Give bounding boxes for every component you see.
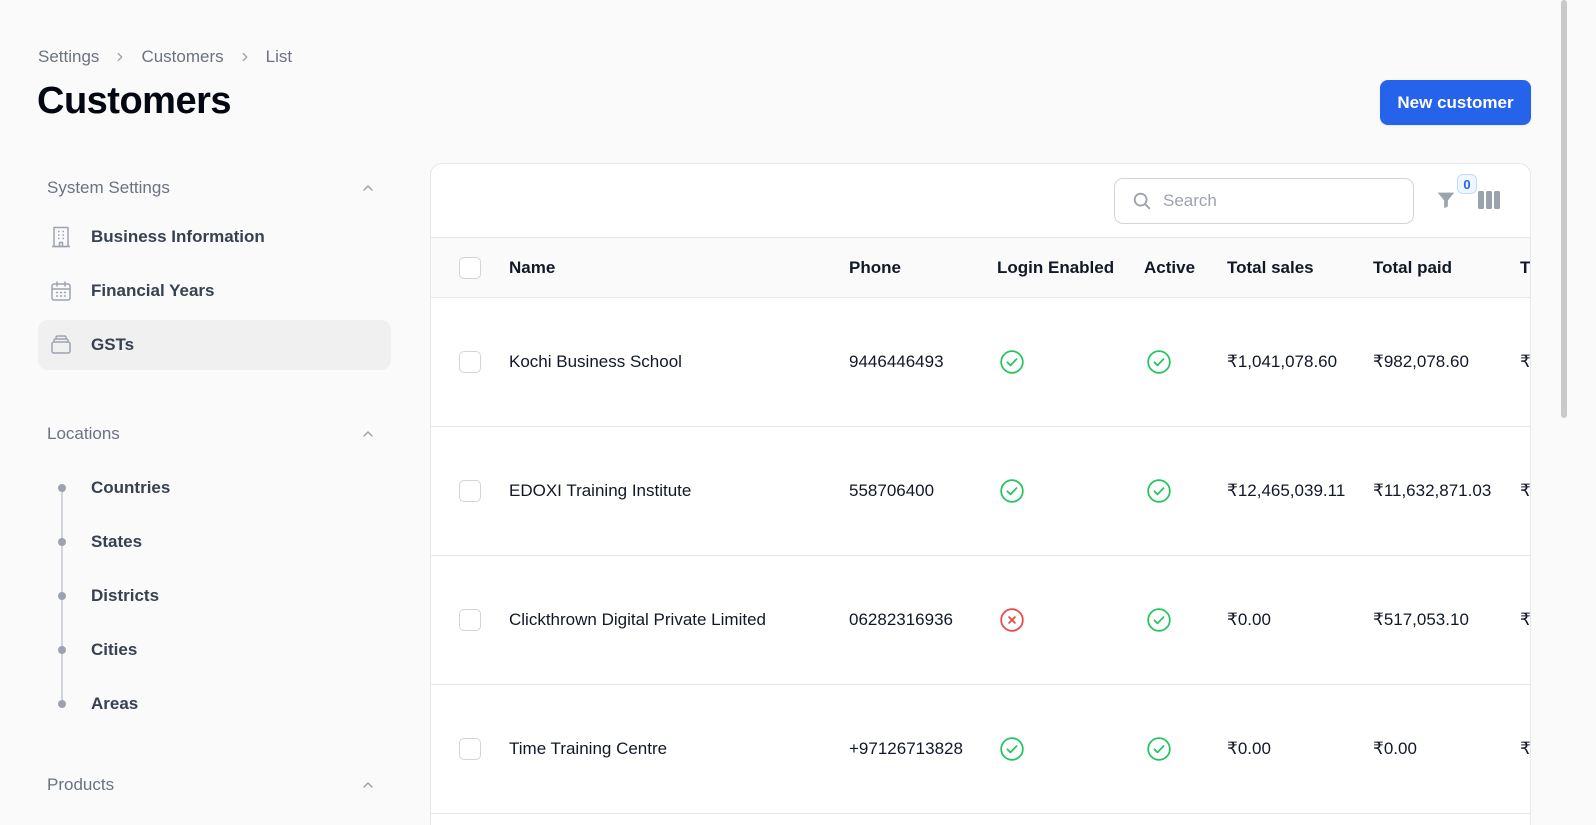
sidebar-item-label: Countries	[91, 478, 171, 497]
cell-name: Clickthrown Digital Private Limited	[509, 610, 766, 629]
sidebar-item-cities[interactable]: Cities	[38, 623, 391, 677]
column-header-partial[interactable]: T	[1520, 238, 1530, 298]
cell-partial: ₹	[1520, 739, 1531, 758]
cell-partial: ₹	[1520, 610, 1531, 629]
sidebar-item-label: Districts	[91, 586, 160, 605]
cell-total-paid: ₹982,078.60	[1373, 352, 1469, 371]
chevron-up-icon	[360, 777, 376, 793]
cell-total-paid: ₹0.00	[1373, 739, 1417, 758]
page-title: Customers	[37, 80, 232, 122]
sidebar-item-label: States	[91, 532, 143, 551]
sidebar-item-countries[interactable]: Countries	[38, 461, 391, 515]
locations-list: Countries States Districts Cities Areas	[38, 461, 391, 731]
check-circle-icon	[999, 685, 1025, 813]
sidebar-item-label: GSTs	[91, 335, 135, 354]
sidebar-item-business-information[interactable]: Business Information	[38, 212, 391, 262]
sidebar-item-areas[interactable]: Areas	[38, 677, 391, 731]
cell-name: EDOXI Training Institute	[509, 481, 692, 500]
sidebar-item-label: Business Information	[91, 227, 265, 246]
cell-total-sales: ₹0.00	[1227, 739, 1271, 758]
column-header-total-sales[interactable]: Total sales	[1227, 238, 1314, 298]
filter-count-badge: 0	[1457, 174, 1477, 194]
row-checkbox[interactable]	[459, 351, 481, 373]
cell-total-paid: ₹517,053.10	[1373, 610, 1469, 629]
building-icon	[48, 224, 74, 250]
sidebar-item-label: Financial Years	[91, 281, 215, 300]
bullet-dot	[58, 700, 66, 708]
sidebar-item-districts[interactable]: Districts	[38, 569, 391, 623]
cell-phone: 558706400	[849, 481, 935, 500]
row-checkbox[interactable]	[459, 480, 481, 502]
column-header-total-paid[interactable]: Total paid	[1373, 238, 1452, 298]
sidebar-item-financial-years[interactable]: Financial Years	[38, 266, 391, 316]
group-title: System Settings	[47, 178, 170, 197]
table-row[interactable]: Clickthrown Digital Private Limited 06282…	[431, 556, 1530, 685]
chevron-up-icon	[360, 426, 376, 442]
check-circle-icon	[1146, 427, 1172, 555]
sidebar-item-label: Cities	[91, 640, 138, 659]
sidebar-item-states[interactable]: States	[38, 515, 391, 569]
stack-icon	[48, 332, 74, 358]
chevron-right-icon	[113, 50, 127, 64]
table-row[interactable]: Time Training Centre +97126713828 ₹0.00 ₹0.…	[431, 685, 1530, 814]
new-customer-button[interactable]: New customer	[1380, 80, 1531, 125]
breadcrumb-settings[interactable]: Settings	[38, 47, 99, 67]
breadcrumb: Settings Customers List	[38, 47, 292, 67]
cell-phone: 9446446493	[849, 352, 944, 371]
bullet-dot	[58, 484, 66, 492]
cell-total-paid: ₹11,632,871.03	[1373, 481, 1492, 500]
table-row[interactable]: Kochi Business School 9446446493 ₹1,041,07…	[431, 298, 1530, 427]
group-products[interactable]: Products	[38, 761, 391, 809]
cell-phone: 06282316936	[849, 610, 954, 629]
chevron-up-icon	[360, 180, 376, 196]
row-checkbox[interactable]	[459, 738, 481, 760]
bullet-dot	[58, 592, 66, 600]
table-body: Kochi Business School 9446446493 ₹1,041,07…	[431, 298, 1530, 814]
cell-total-sales: ₹12,465,039.11	[1227, 481, 1346, 500]
sidebar-item-gsts[interactable]: GSTs	[38, 320, 391, 370]
customers-table: 0 Name Phone Login Enabled Active Total …	[430, 163, 1531, 825]
check-circle-icon	[999, 427, 1025, 555]
cell-name: Time Training Centre	[509, 739, 668, 758]
settings-sidebar: System Settings Business Information Fin…	[38, 164, 391, 809]
column-header-name[interactable]: Name	[509, 238, 555, 298]
x-circle-icon	[999, 556, 1025, 684]
column-header-phone[interactable]: Phone	[849, 238, 901, 298]
group-locations[interactable]: Locations	[38, 410, 391, 458]
cell-total-sales: ₹0.00	[1227, 610, 1271, 629]
row-checkbox[interactable]	[459, 609, 481, 631]
check-circle-icon	[999, 298, 1025, 426]
columns-icon[interactable]	[1477, 188, 1501, 212]
chevron-right-icon	[238, 50, 252, 64]
group-title: Products	[47, 775, 115, 794]
page-scrollbar[interactable]	[1561, 0, 1567, 418]
table-header: Name Phone Login Enabled Active Total sa…	[431, 238, 1530, 298]
group-title: Locations	[47, 424, 120, 443]
cell-phone: +97126713828	[849, 739, 963, 758]
check-circle-icon	[1146, 556, 1172, 684]
cell-partial: ₹	[1520, 481, 1531, 500]
search-box[interactable]	[1114, 178, 1414, 224]
table-toolbar: 0	[431, 164, 1530, 238]
breadcrumb-list: List	[265, 47, 293, 66]
cell-partial: ₹	[1520, 352, 1531, 371]
search-icon	[1131, 190, 1153, 212]
check-circle-icon	[1146, 298, 1172, 426]
sidebar-item-label: Areas	[91, 694, 139, 713]
breadcrumb-customers[interactable]: Customers	[141, 47, 223, 67]
select-all-checkbox[interactable]	[459, 257, 481, 279]
calendar-icon	[48, 278, 74, 304]
column-header-login-enabled[interactable]: Login Enabled	[997, 238, 1114, 298]
filter-icon[interactable]	[1434, 188, 1458, 212]
cell-total-sales: ₹1,041,078.60	[1227, 352, 1338, 371]
column-header-active[interactable]: Active	[1144, 238, 1195, 298]
search-input[interactable]	[1163, 191, 1403, 211]
cell-name: Kochi Business School	[509, 352, 682, 371]
table-row[interactable]: EDOXI Training Institute 558706400 ₹12,465…	[431, 427, 1530, 556]
bullet-dot	[58, 646, 66, 654]
check-circle-icon	[1146, 685, 1172, 813]
bullet-dot	[58, 538, 66, 546]
group-system-settings[interactable]: System Settings	[38, 164, 391, 212]
